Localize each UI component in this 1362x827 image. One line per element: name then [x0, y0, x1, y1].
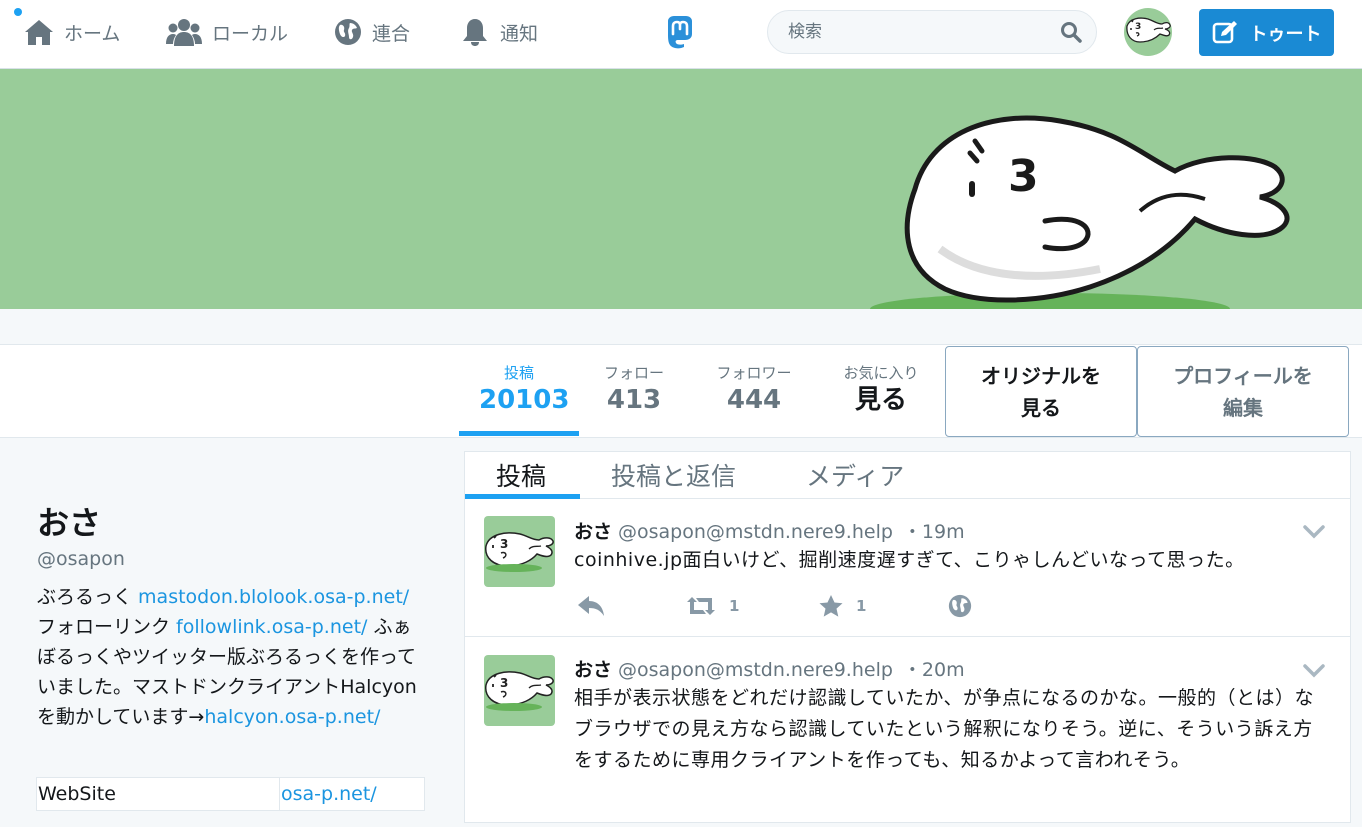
stat-followers-count: 444	[726, 385, 782, 415]
edit-profile-line1: プロフィールを	[1173, 363, 1313, 388]
favourite-button[interactable]: 1	[818, 594, 866, 618]
users-icon	[166, 19, 202, 46]
search-input[interactable]	[786, 21, 1060, 43]
bio-link-halcyon[interactable]: halcyon.osa-p.net/	[204, 706, 380, 728]
svg-text:3: 3	[1135, 22, 1141, 32]
nav-notifications-label: 通知	[500, 22, 539, 45]
globe-icon	[948, 594, 972, 618]
chevron-down-icon[interactable]	[1303, 664, 1325, 678]
seal-avatar-icon: 3	[1124, 8, 1172, 56]
status-display-name[interactable]: おさ	[574, 659, 612, 681]
search-box	[767, 10, 1097, 54]
status-content: coinhive.jp面白いけど、掘削速度遅すぎて、こりゃしんどいなって思った。	[574, 549, 1245, 571]
status-content: 相手が表示状態をどれだけ認識していたか、が争点になるのかな。一般的（とは）なブラ…	[574, 687, 1315, 771]
favourite-count: 1	[856, 597, 867, 615]
profile-fields-table: WebSite osa-p.net/	[36, 777, 425, 811]
nav-federated[interactable]: 連合	[334, 14, 410, 50]
mastodon-logo-icon[interactable]	[663, 15, 697, 53]
boost-icon	[687, 597, 715, 615]
stat-following[interactable]: フォロー 413	[594, 363, 674, 417]
nav-local-label: ローカル	[212, 22, 289, 45]
profile-handle: @osapon	[37, 548, 125, 570]
field-value-link[interactable]: osa-p.net/	[279, 777, 425, 811]
status-item[interactable]: 3 おさ @osapon@mstdn.nere9.help ・19m coinhiv…	[465, 499, 1350, 637]
status-time[interactable]: ・19m	[903, 521, 965, 543]
nav-notifications[interactable]: 通知	[460, 14, 538, 50]
status-time[interactable]: ・20m	[903, 659, 965, 681]
seal-avatar-icon: 3	[484, 516, 555, 587]
user-avatar-button[interactable]: 3	[1124, 8, 1172, 56]
tab-posts-and-replies[interactable]: 投稿と返信	[611, 457, 736, 493]
status-header: おさ @osapon@mstdn.nere9.help ・19m	[574, 517, 965, 544]
nav-local[interactable]: ローカル	[166, 14, 288, 50]
bio-link-blolook[interactable]: mastodon.blolook.osa-p.net/	[138, 586, 409, 608]
profile-header-image: 3	[0, 69, 1362, 309]
bio-text: フォローリンク	[37, 616, 177, 638]
timeline-tabs: 投稿 投稿と返信 メディア	[465, 452, 1350, 499]
active-stat-underline	[459, 431, 579, 436]
search-icon[interactable]	[1060, 21, 1082, 43]
nav-federated-label: 連合	[372, 22, 411, 45]
profile-display-name: おさ	[37, 504, 102, 542]
status-avatar[interactable]: 3	[484, 516, 555, 587]
seal-illustration: 3	[870, 115, 1290, 309]
boost-count: 1	[729, 597, 740, 615]
reply-button[interactable]	[577, 595, 605, 617]
status-acct[interactable]: @osapon@mstdn.nere9.help	[618, 521, 893, 543]
stat-following-count: 413	[606, 385, 662, 415]
view-original-button[interactable]: オリジナルを 見る	[945, 346, 1137, 437]
edit-profile-button[interactable]: プロフィールを 編集	[1137, 346, 1349, 437]
unread-indicator	[14, 8, 22, 16]
edit-profile-line2: 編集	[1222, 395, 1263, 420]
nav-home-label: ホーム	[64, 22, 121, 45]
status-acct[interactable]: @osapon@mstdn.nere9.help	[618, 659, 893, 681]
stat-following-label: フォロー	[603, 364, 664, 382]
globe-icon	[335, 19, 361, 45]
stat-favourites-value: 見る	[854, 385, 907, 415]
stat-posts-count: 20103	[479, 385, 570, 415]
stat-posts-label: 投稿	[503, 364, 534, 382]
chevron-down-icon[interactable]	[1303, 525, 1325, 539]
compose-icon	[1212, 20, 1237, 43]
view-original-line2: 見る	[1021, 395, 1061, 420]
stat-followers-label: フォロワー	[716, 364, 792, 382]
field-name: WebSite	[36, 777, 280, 811]
boost-button[interactable]: 1	[685, 596, 739, 616]
bell-icon	[463, 19, 487, 46]
status-header: おさ @osapon@mstdn.nere9.help ・20m	[574, 655, 965, 682]
visibility-public	[948, 594, 972, 618]
stat-posts[interactable]: 投稿 20103	[479, 363, 570, 417]
nav-home[interactable]: ホーム	[24, 14, 120, 50]
toot-button[interactable]: トゥート	[1199, 9, 1334, 56]
star-icon	[819, 595, 843, 617]
svg-text:3: 3	[1008, 151, 1039, 202]
home-icon	[25, 20, 53, 45]
stat-favourites-label: お気に入り	[843, 364, 919, 382]
stat-followers[interactable]: フォロワー 444	[708, 363, 800, 417]
top-navigation-bar: ホーム ローカル 連合 通知 検索 3 トゥート	[0, 0, 1362, 69]
profile-field-row: WebSite osa-p.net/	[36, 777, 425, 811]
reply-icon	[578, 596, 604, 616]
stat-favourites[interactable]: お気に入り 見る	[834, 363, 928, 417]
status-avatar[interactable]: 3	[484, 655, 555, 726]
profile-bio: ぶろるっく mastodon.blolook.osa-p.net/ フォローリン…	[37, 582, 429, 732]
tab-posts[interactable]: 投稿	[496, 457, 546, 493]
profile-timeline: 投稿 投稿と返信 メディア 3 おさ @osapon@mstdn.nere9.he…	[464, 451, 1351, 823]
status-display-name[interactable]: おさ	[574, 521, 612, 543]
status-item[interactable]: 3 おさ @osapon@mstdn.nere9.help ・20m 相手が表示状態…	[465, 637, 1350, 827]
seal-avatar-icon: 3	[484, 655, 555, 726]
profile-navigation: 投稿 20103 フォロー 413 フォロワー 444 お気に入り 見る オリジ…	[0, 344, 1362, 438]
toot-button-label: トゥート	[1249, 23, 1322, 45]
svg-text:3: 3	[500, 537, 508, 551]
svg-text:3: 3	[500, 676, 508, 690]
bio-text: ぶろるっく	[37, 586, 139, 608]
bio-link-followlink[interactable]: followlink.osa-p.net/	[176, 616, 367, 638]
tab-media[interactable]: メディア	[806, 457, 904, 493]
view-original-line1: オリジナルを	[981, 363, 1101, 388]
